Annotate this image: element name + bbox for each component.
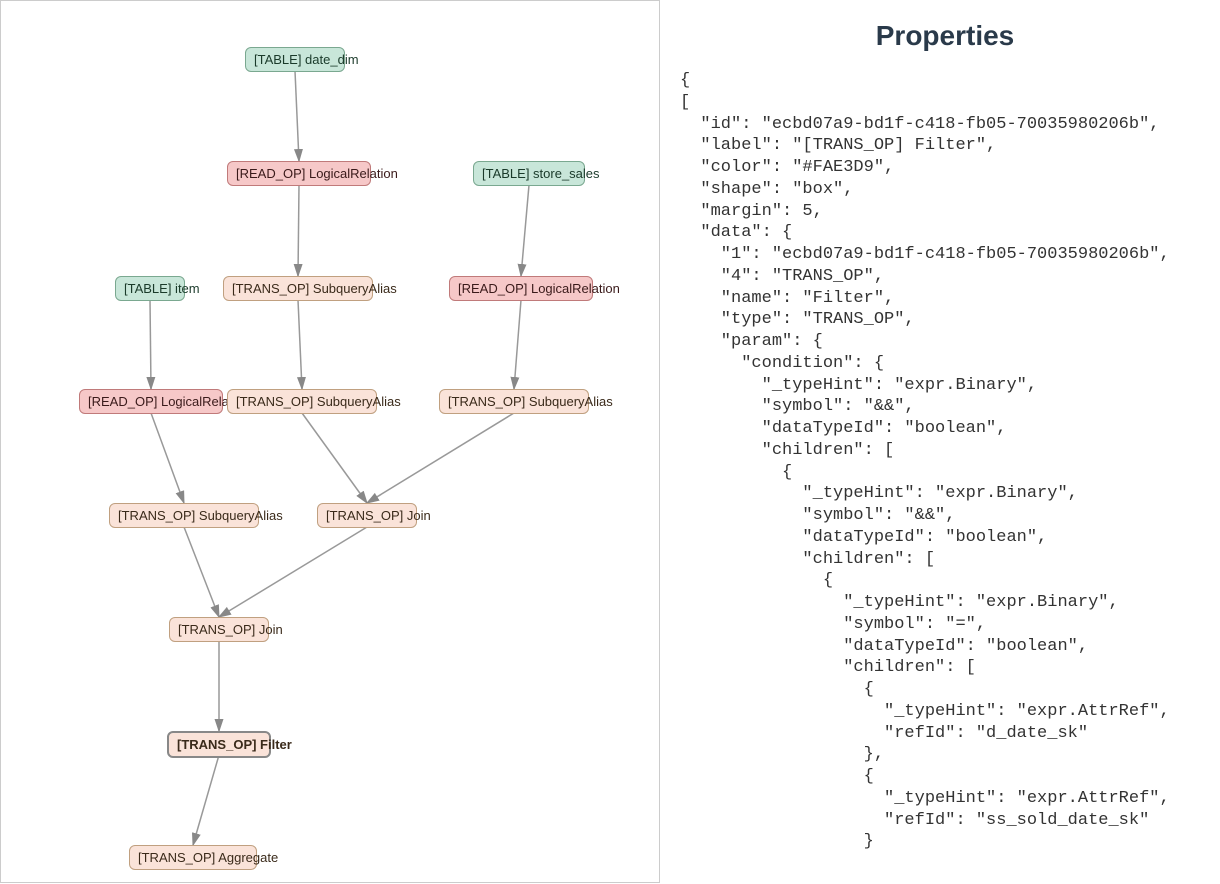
graph-panel[interactable]: [TABLE] date_dim [READ_OP] LogicalRelatio… xyxy=(0,0,660,883)
graph-edge xyxy=(521,185,529,276)
graph-edge xyxy=(514,300,521,389)
graph-edge xyxy=(298,185,299,276)
graph-node-n1[interactable]: [TABLE] date_dim xyxy=(245,47,345,72)
graph-edge xyxy=(193,755,219,845)
properties-json: { [ "id": "ecbd07a9-bd1f-c418-fb05-70035… xyxy=(680,70,1210,853)
graph-node-n14[interactable]: [TRANS_OP] Aggregate xyxy=(129,845,257,870)
graph-node-n7[interactable]: [READ_OP] LogicalRelation xyxy=(79,389,223,414)
graph-edge xyxy=(184,527,219,617)
graph-edge xyxy=(219,527,367,617)
graph-node-n4[interactable]: [TABLE] item xyxy=(115,276,185,301)
graph-edges-svg xyxy=(1,1,661,884)
graph-edge xyxy=(367,413,514,503)
graph-node-n11[interactable]: [TRANS_OP] Join xyxy=(317,503,417,528)
graph-node-n5[interactable]: [TRANS_OP] SubqueryAlias xyxy=(223,276,373,301)
graph-node-n13[interactable]: [TRANS_OP] Filter xyxy=(167,731,271,758)
graph-node-n9[interactable]: [TRANS_OP] SubqueryAlias xyxy=(439,389,589,414)
properties-panel: Properties { [ "id": "ecbd07a9-bd1f-c418… xyxy=(660,0,1220,883)
graph-node-n2[interactable]: [READ_OP] LogicalRelation xyxy=(227,161,371,186)
graph-node-n6[interactable]: [READ_OP] LogicalRelation xyxy=(449,276,593,301)
graph-node-n12[interactable]: [TRANS_OP] Join xyxy=(169,617,269,642)
graph-edge xyxy=(150,300,151,389)
graph-edge xyxy=(151,413,184,503)
graph-node-n10[interactable]: [TRANS_OP] SubqueryAlias xyxy=(109,503,259,528)
graph-edge xyxy=(295,71,299,161)
graph-node-n8[interactable]: [TRANS_OP] SubqueryAlias xyxy=(227,389,377,414)
graph-node-n3[interactable]: [TABLE] store_sales xyxy=(473,161,585,186)
properties-title: Properties xyxy=(680,20,1210,52)
graph-edge xyxy=(298,300,302,389)
graph-edge xyxy=(302,413,367,503)
